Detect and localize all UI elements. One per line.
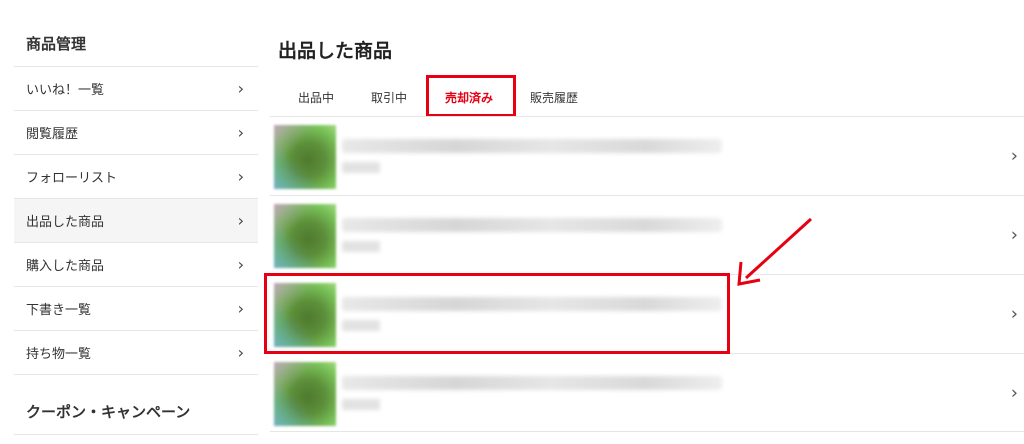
annotation-arrow-icon <box>737 217 813 286</box>
